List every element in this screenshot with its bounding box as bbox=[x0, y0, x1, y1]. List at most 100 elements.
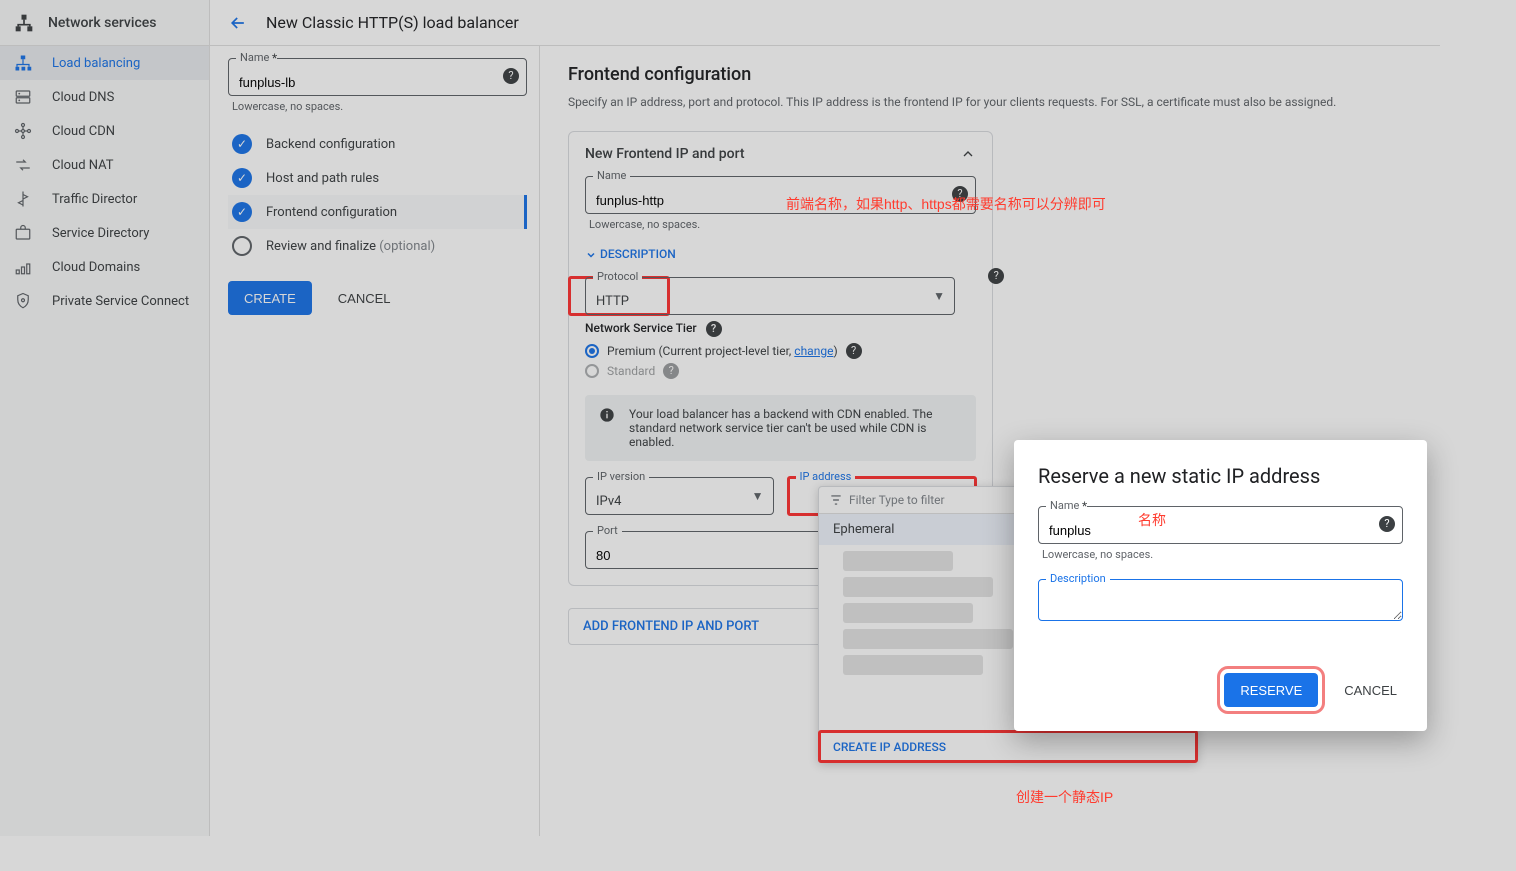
frontend-name-field[interactable]: Name ? bbox=[585, 176, 976, 214]
modal-title: Reserve a new static IP address bbox=[1038, 464, 1403, 488]
collapse-icon[interactable] bbox=[960, 146, 976, 162]
radio-icon bbox=[585, 364, 599, 378]
reserve-button[interactable]: RESERVE bbox=[1224, 673, 1318, 707]
reserve-name-label: Name bbox=[1046, 499, 1083, 512]
sidebar-item-service-directory[interactable]: Service Directory bbox=[0, 216, 209, 250]
step-label: Frontend configuration bbox=[266, 205, 397, 220]
step-frontend[interactable]: ✓ Frontend configuration bbox=[228, 195, 527, 229]
help-icon[interactable]: ? bbox=[503, 68, 519, 84]
card-title: New Frontend IP and port bbox=[585, 146, 745, 162]
sidebar-item-traffic-director[interactable]: Traffic Director bbox=[0, 182, 209, 216]
create-ip-address-option[interactable]: CREATE IP ADDRESS bbox=[819, 731, 1197, 762]
help-icon[interactable]: ? bbox=[846, 343, 862, 359]
sidebar-item-label: Traffic Director bbox=[52, 192, 137, 207]
frontend-name-hint: Lowercase, no spaces. bbox=[589, 218, 976, 231]
reserve-description-input[interactable] bbox=[1038, 579, 1403, 621]
nat-icon bbox=[14, 156, 38, 174]
panel-description: Specify an IP address, port and protocol… bbox=[568, 95, 1412, 109]
port-label: Port bbox=[593, 524, 622, 537]
step-label: Host and path rules bbox=[266, 171, 379, 186]
page-title: New Classic HTTP(S) load balancer bbox=[266, 13, 519, 32]
cdn-info-banner: Your load balancer has a backend with CD… bbox=[585, 395, 976, 461]
protocol-label: Protocol bbox=[593, 270, 642, 283]
step-list: ✓ Backend configuration ✓ Host and path … bbox=[228, 127, 527, 263]
reserve-description-field[interactable]: Description bbox=[1038, 579, 1403, 625]
sidebar-item-cloud-domains[interactable]: Cloud Domains bbox=[0, 250, 209, 284]
load-balancing-icon bbox=[14, 54, 38, 72]
ip-version-label: IP version bbox=[593, 470, 649, 483]
sidebar-item-private-service-connect[interactable]: Private Service Connect bbox=[0, 284, 209, 318]
sidebar-item-label: Cloud DNS bbox=[52, 90, 114, 105]
description-toggle[interactable]: DESCRIPTION bbox=[585, 247, 976, 261]
sidebar-item-label: Load balancing bbox=[52, 56, 140, 71]
reserve-ip-modal: Reserve a new static IP address Name * ?… bbox=[1014, 440, 1427, 731]
ip-filter-placeholder: Filter Type to filter bbox=[849, 493, 945, 507]
topbar: New Classic HTTP(S) load balancer bbox=[210, 0, 1440, 46]
filter-icon bbox=[829, 493, 843, 507]
chevron-down-icon: ▼ bbox=[752, 489, 764, 503]
frontend-name-input[interactable] bbox=[585, 176, 976, 214]
sidebar-header: Network services bbox=[0, 0, 209, 46]
step-review[interactable]: Review and finalize (optional) bbox=[228, 229, 527, 263]
psc-icon bbox=[14, 292, 38, 310]
lb-name-hint: Lowercase, no spaces. bbox=[232, 100, 527, 113]
help-icon[interactable]: ? bbox=[988, 268, 1004, 283]
help-icon[interactable]: ? bbox=[952, 186, 968, 202]
network-services-icon bbox=[14, 13, 34, 33]
sidebar-item-label: Service Directory bbox=[52, 226, 149, 241]
sidebar-item-label: Private Service Connect bbox=[52, 294, 189, 309]
tier-standard-radio[interactable]: Standard ? bbox=[585, 363, 976, 379]
help-icon[interactable]: ? bbox=[1379, 516, 1395, 532]
check-icon: ✓ bbox=[232, 134, 252, 154]
tier-premium-radio[interactable]: Premium (Current project-level tier, cha… bbox=[585, 343, 976, 359]
required-asterisk: * bbox=[272, 51, 277, 65]
sidebar-title: Network services bbox=[48, 15, 156, 31]
protocol-select[interactable]: Protocol HTTP ▼ bbox=[585, 277, 955, 315]
create-button[interactable]: CREATE bbox=[228, 281, 312, 315]
cdn-icon bbox=[14, 122, 38, 140]
sidebar-item-cloud-cdn[interactable]: Cloud CDN bbox=[0, 114, 209, 148]
traffic-director-icon bbox=[14, 190, 38, 208]
modal-cancel-button[interactable]: CANCEL bbox=[1338, 673, 1403, 707]
sidebar-item-label: Cloud Domains bbox=[52, 260, 140, 275]
dns-icon bbox=[14, 88, 38, 106]
ip-address-label: IP address bbox=[796, 470, 856, 483]
frontend-name-label: Name bbox=[593, 169, 630, 182]
chevron-down-icon: ▼ bbox=[933, 289, 945, 303]
sidebar-item-label: Cloud CDN bbox=[52, 124, 115, 139]
panel-title: Frontend configuration bbox=[568, 64, 1412, 85]
service-directory-icon bbox=[14, 224, 38, 242]
sidebar-item-cloud-dns[interactable]: Cloud DNS bbox=[0, 80, 209, 114]
banner-text: Your load balancer has a backend with CD… bbox=[629, 407, 962, 449]
tier-title: Network Service Tier ? bbox=[585, 321, 976, 337]
lb-name-label: Name bbox=[236, 51, 273, 64]
domains-icon bbox=[14, 258, 38, 276]
reserve-description-label: Description bbox=[1046, 572, 1110, 585]
sidebar-item-cloud-nat[interactable]: Cloud NAT bbox=[0, 148, 209, 182]
back-button[interactable] bbox=[228, 13, 248, 33]
protocol-value: HTTP bbox=[596, 294, 629, 309]
reserve-name-field[interactable]: Name * ? bbox=[1038, 506, 1403, 544]
ip-version-select[interactable]: IP version IPv4 ▼ bbox=[585, 477, 774, 515]
info-icon bbox=[599, 407, 615, 449]
check-icon: ✓ bbox=[232, 168, 252, 188]
cancel-button[interactable]: CANCEL bbox=[332, 290, 397, 307]
required-asterisk: * bbox=[1082, 499, 1087, 513]
tier-premium-label: Premium (Current project-level tier, cha… bbox=[607, 344, 838, 358]
step-host-path[interactable]: ✓ Host and path rules bbox=[228, 161, 527, 195]
step-backend[interactable]: ✓ Backend configuration bbox=[228, 127, 527, 161]
reserve-name-hint: Lowercase, no spaces. bbox=[1042, 548, 1403, 561]
sidebar: Network services Load balancing Cloud DN… bbox=[0, 0, 210, 836]
lb-name-field[interactable]: Name * ? bbox=[228, 58, 527, 96]
help-icon[interactable]: ? bbox=[706, 321, 722, 337]
step-label: Review and finalize (optional) bbox=[266, 239, 435, 254]
step-label: Backend configuration bbox=[266, 137, 395, 152]
radio-icon bbox=[585, 344, 599, 358]
sidebar-item-load-balancing[interactable]: Load balancing bbox=[0, 46, 209, 80]
config-steps-column: Name * ? Lowercase, no spaces. ✓ Backend… bbox=[210, 46, 540, 836]
check-icon: ✓ bbox=[232, 202, 252, 222]
pending-step-icon bbox=[232, 236, 252, 256]
reserve-name-input[interactable] bbox=[1038, 506, 1403, 544]
change-tier-link[interactable]: change bbox=[794, 344, 833, 358]
help-icon[interactable]: ? bbox=[663, 363, 679, 379]
